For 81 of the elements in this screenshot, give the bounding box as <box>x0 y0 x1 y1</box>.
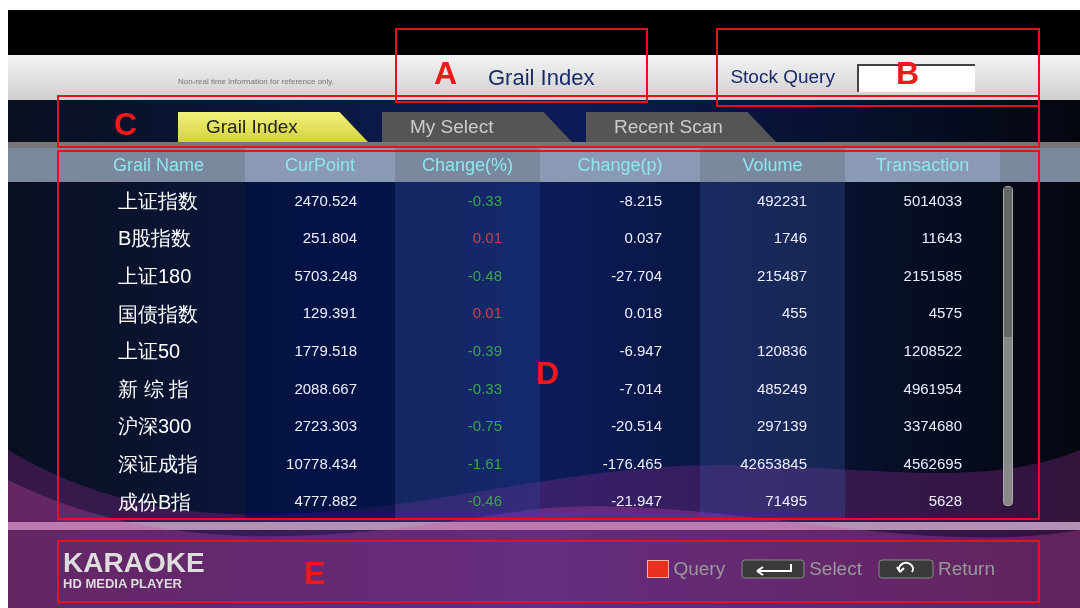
notice-text: Non-real time information for reference only. <box>178 75 335 88</box>
table-cell-text: -8.215 <box>619 190 662 211</box>
logo-title: KARAOKE <box>63 548 205 577</box>
table-cell-text: 71495 <box>765 491 807 512</box>
column-header: Change(%) <box>421 153 513 177</box>
column-header: CurPoint <box>285 153 355 177</box>
table-cell-text: 2723.303 <box>294 416 357 437</box>
table-cell-text: -20.514 <box>611 416 662 437</box>
table-cell-text: -7.014 <box>619 378 662 399</box>
table-cell-text: 上证180 <box>118 264 192 289</box>
square-key-icon <box>647 560 670 579</box>
table-cell-text: 4961954 <box>903 378 962 399</box>
table-cell-text: -0.48 <box>467 265 502 286</box>
table-cell-text: 5628 <box>928 491 962 512</box>
table-cell-text: 251.804 <box>302 228 357 249</box>
table-cell-text: 1779.518 <box>294 340 357 361</box>
tab[interactable]: My Select <box>382 112 572 142</box>
table-cell-text: -0.75 <box>467 416 502 437</box>
table-cell-text: 1746 <box>773 228 807 249</box>
table-cell-text: -0.33 <box>467 378 502 399</box>
stock-query-label: Stock Query <box>730 65 835 90</box>
table-cell-text: -21.947 <box>611 491 662 512</box>
table-cell-text: 11643 <box>921 228 962 249</box>
table-cell-text: -27.704 <box>611 265 662 286</box>
table-cell-text: 120836 <box>756 340 807 361</box>
annotation-letter: C <box>114 108 138 140</box>
annotation-letter: B <box>896 57 920 89</box>
annotation-letter: D <box>536 357 560 389</box>
stock-query-field[interactable] <box>856 63 975 92</box>
hint-label: Select <box>809 556 862 581</box>
table-cell-text: 5703.248 <box>294 265 357 286</box>
tab[interactable]: Recent Scan <box>586 112 776 142</box>
table-cell-text: 沪深300 <box>118 414 192 440</box>
table-cell-text: 1208522 <box>903 340 962 361</box>
table-cell-text: 129.391 <box>302 303 357 324</box>
page-title: Grail Index <box>488 64 595 92</box>
table-cell-text: 上证50 <box>118 339 181 365</box>
column-header: Change(p) <box>577 153 663 177</box>
annotation-letter: E <box>304 557 326 589</box>
table-cell-text: 新 综 指 <box>118 376 190 402</box>
table-cell-text: 2470.524 <box>294 190 357 211</box>
column-header: Transaction <box>875 153 970 177</box>
table-cell-text: 0.037 <box>624 228 662 249</box>
table-cell-text: -176.465 <box>602 453 662 474</box>
table-cell-text: -0.39 <box>467 340 502 361</box>
hint-label: Query <box>673 556 726 581</box>
table-cell-text: -0.33 <box>467 190 502 211</box>
return-key-icon <box>877 559 934 580</box>
annotation-letter: A <box>434 57 458 89</box>
logo-subtitle: HD MEDIA PLAYER <box>63 576 183 590</box>
table-cell-text: 深证成指 <box>118 451 198 477</box>
table-cell-text: 4562695 <box>903 453 962 474</box>
table-cell-text: B股指数 <box>118 226 192 252</box>
table-cell-text: 2151585 <box>903 265 962 286</box>
table-cell-text: 成份B指 <box>118 489 192 515</box>
table-cell-text: 485249 <box>756 378 807 399</box>
table-cell-text: 5014033 <box>903 190 962 211</box>
table-cell-text: 2088.667 <box>294 378 357 399</box>
scrollbar[interactable] <box>1003 186 1013 506</box>
hint-label: Return <box>937 556 995 581</box>
table-cell-text: 0.01 <box>472 303 502 324</box>
table-cell-text: 10778.434 <box>286 453 357 474</box>
table-cell-text: 4777.882 <box>294 491 357 512</box>
column-header: Volume <box>742 153 803 177</box>
table-cell-text: 3374680 <box>903 416 962 437</box>
table-cell-text: -0.46 <box>467 491 502 512</box>
table-cell-text: -6.947 <box>619 340 662 361</box>
table-cell-text: 297139 <box>756 416 807 437</box>
tab[interactable]: Grail Index <box>178 112 368 142</box>
table-cell-text: 上证指数 <box>118 188 198 214</box>
table-cell-text: 国债指数 <box>118 301 198 327</box>
table-cell-text: 492231 <box>756 190 807 211</box>
column-header: Grail Name <box>113 153 205 177</box>
table-cell-text: 215487 <box>756 265 807 286</box>
table-cell-text: 455 <box>781 303 807 324</box>
table-cell-text: 42653845 <box>740 453 807 474</box>
table-cell-text: 0.018 <box>624 303 662 324</box>
table-cell-text: 0.01 <box>472 228 502 249</box>
table-cell-text: 4575 <box>928 303 962 324</box>
table-cell-text: -1.61 <box>467 453 502 474</box>
enter-key-icon <box>741 559 806 580</box>
